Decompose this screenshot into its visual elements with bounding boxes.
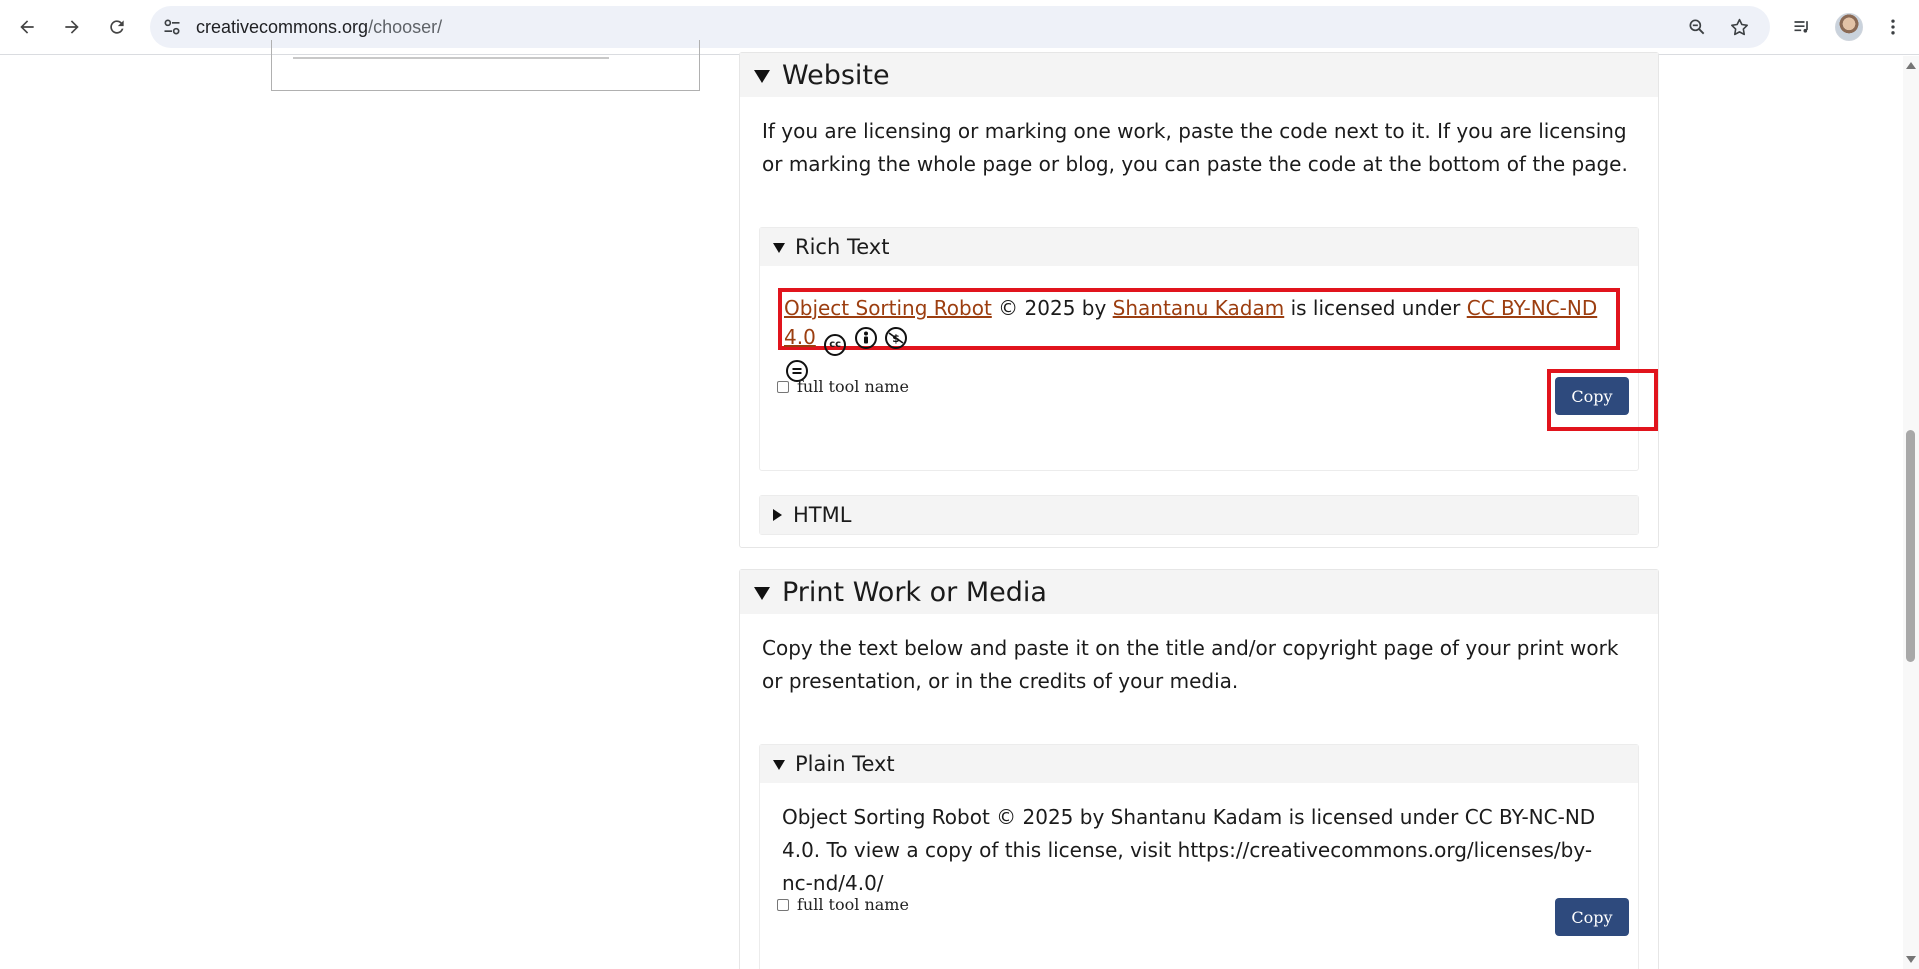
full-tool-name-checkbox[interactable]: full tool name [777, 895, 909, 914]
site-info-icon[interactable] [160, 15, 184, 39]
back-button[interactable] [9, 9, 45, 45]
website-title: Website [782, 59, 890, 91]
cc-icon: cc [824, 334, 847, 356]
checkbox-box[interactable] [777, 380, 789, 393]
sidebar-box [271, 40, 700, 91]
url-text: creativecommons.org/chooser/ [196, 17, 442, 38]
rich-text-attribution: Object Sorting Robot © 2025 by Shantanu … [778, 288, 1620, 382]
print-panel-header[interactable]: Print Work or Media [740, 570, 1658, 614]
html-title: HTML [793, 503, 852, 527]
forward-button[interactable] [54, 9, 90, 45]
work-title-link[interactable]: Object Sorting Robot [784, 296, 992, 320]
plain-text-title: Plain Text [795, 752, 895, 776]
print-panel: Print Work or Media Copy the text below … [739, 569, 1659, 969]
website-panel-header[interactable]: Website [740, 53, 1658, 97]
collapse-triangle-icon [773, 760, 785, 770]
print-description: Copy the text below and paste it on the … [762, 636, 1619, 693]
copy-button[interactable]: Copy [1555, 898, 1629, 936]
html-section: HTML [759, 495, 1639, 535]
expand-triangle-icon [773, 509, 782, 521]
plain-text-attribution: Object Sorting Robot © 2025 by Shantanu … [782, 805, 1596, 895]
arrow-right-icon [65, 20, 79, 34]
scroll-up-arrow-icon[interactable] [1906, 62, 1916, 69]
collapse-triangle-icon [754, 586, 770, 600]
page-scrollbar[interactable] [1903, 56, 1919, 969]
collapse-triangle-icon [754, 69, 770, 83]
scroll-thumb[interactable] [1906, 430, 1915, 662]
sidebar-input-edge [293, 57, 609, 59]
full-tool-name-checkbox[interactable]: full tool name [777, 377, 909, 396]
rich-text-title: Rich Text [795, 235, 890, 259]
copyright-text: © 2025 by [998, 296, 1107, 320]
plain-text-header[interactable]: Plain Text [760, 745, 1638, 783]
website-description: If you are licensing or marking one work… [762, 119, 1628, 176]
checkbox-label: full tool name [797, 377, 909, 396]
reload-button[interactable] [99, 9, 135, 45]
url-path: /chooser/ [368, 17, 443, 37]
author-link[interactable]: Shantanu Kadam [1113, 296, 1285, 320]
rich-text-header[interactable]: Rich Text [760, 228, 1638, 266]
reload-icon [110, 20, 124, 34]
more-menu-icon[interactable] [1879, 13, 1907, 41]
website-panel: Website If you are licensing or marking … [739, 52, 1659, 548]
nc-icon: $ [884, 327, 907, 349]
scroll-down-arrow-icon[interactable] [1906, 956, 1916, 963]
html-header[interactable]: HTML [760, 496, 1638, 534]
print-title: Print Work or Media [782, 576, 1047, 608]
profile-avatar[interactable] [1835, 13, 1863, 41]
bookmark-star-icon[interactable] [1727, 15, 1751, 39]
by-icon [854, 327, 877, 349]
checkbox-label: full tool name [797, 895, 909, 914]
copy-button[interactable]: Copy [1555, 377, 1629, 415]
collapse-triangle-icon [773, 243, 785, 253]
arrow-left-icon [20, 20, 34, 34]
url-host: creativecommons.org [196, 17, 369, 37]
media-queue-icon[interactable] [1788, 13, 1816, 41]
licensed-under-text: is licensed under [1290, 296, 1461, 320]
plain-text-section: Plain Text Object Sorting Robot © 2025 b… [759, 744, 1639, 969]
checkbox-box[interactable] [777, 898, 789, 911]
rich-text-section: Rich Text Object Sorting Robot © 2025 by… [759, 227, 1658, 471]
zoom-icon[interactable] [1685, 15, 1709, 39]
